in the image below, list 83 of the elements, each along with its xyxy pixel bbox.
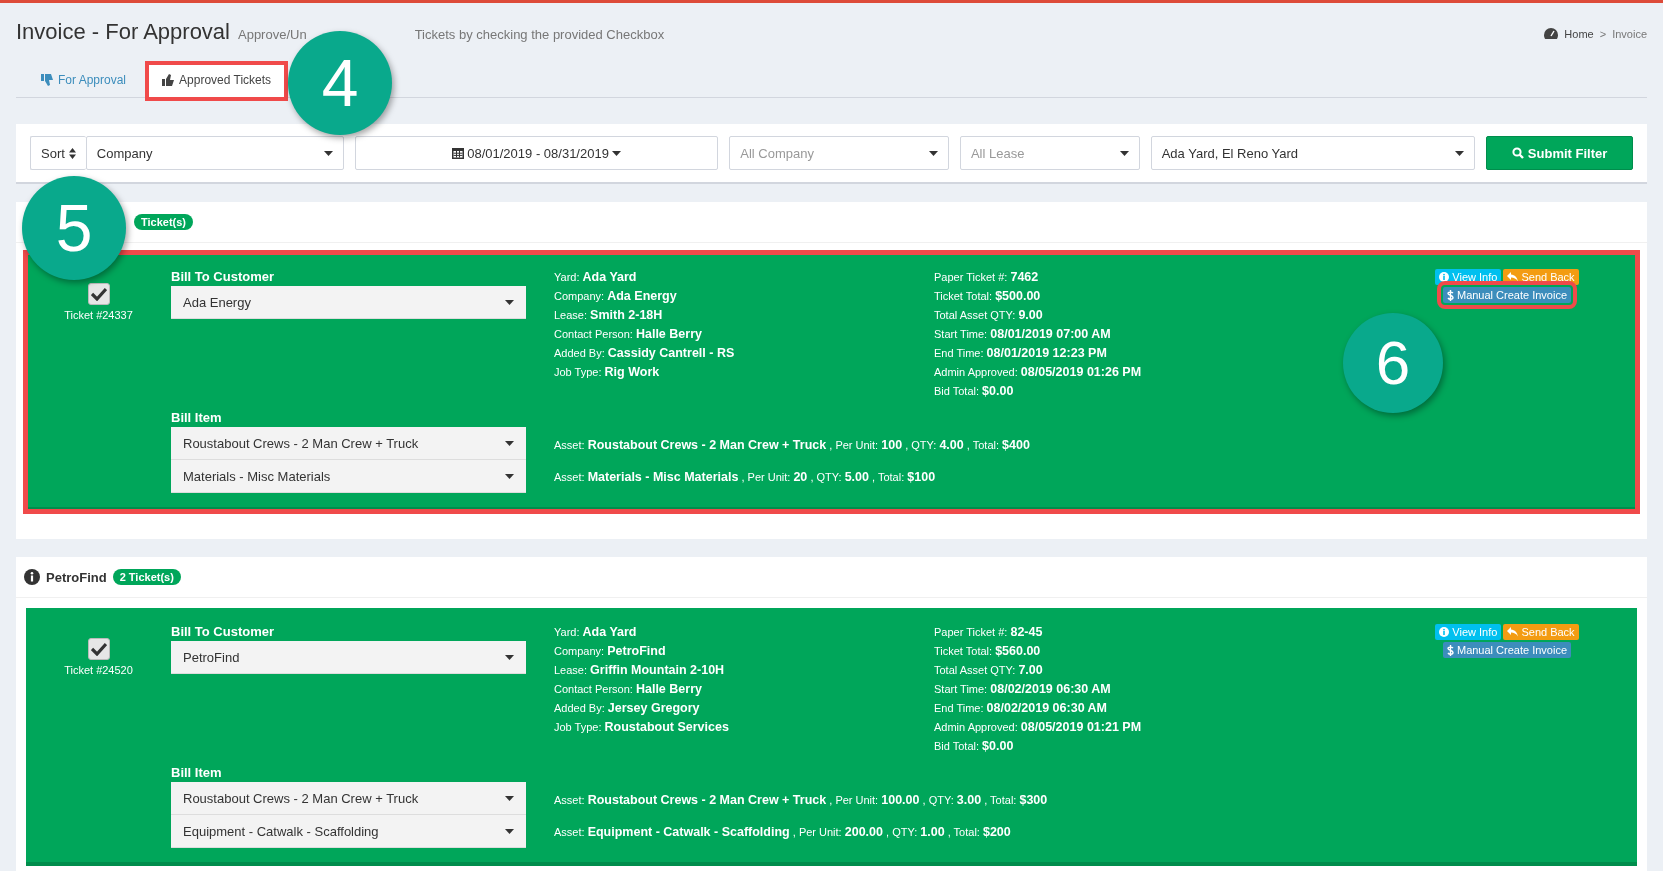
detail-line: Start Time: 08/01/2019 07:00 AM xyxy=(934,326,1112,343)
bill-item-select[interactable]: Roustabout Crews - 2 Man Crew + Truck xyxy=(171,782,526,815)
detail-line: Paper Ticket #: 7462 xyxy=(934,269,1040,286)
caret-icon xyxy=(928,150,938,156)
detail-line: Job Type: Roustabout Services xyxy=(554,719,730,736)
bill-item-select[interactable]: Equipment - Catwalk - Scaffolding xyxy=(171,815,526,848)
caret-icon xyxy=(505,795,514,801)
caret-icon xyxy=(505,473,514,479)
bill-item-select[interactable]: Roustabout Crews - 2 Man Crew + Truck xyxy=(171,427,526,460)
asset-line: Asset: Roustabout Crews - 2 Man Crew + Truck , Per Unit: 100 , QTY: 4.00 , Total: $400 xyxy=(554,438,1030,452)
caret-icon xyxy=(505,828,514,834)
detail-line: Lease: Smith 2-18H xyxy=(554,307,664,324)
ticket-number: Ticket #24337 xyxy=(64,309,133,321)
breadcrumb-current: Invoice xyxy=(1612,27,1647,40)
caret-icon xyxy=(505,299,514,305)
detail-line: Admin Approved: 08/05/2019 01:26 PM xyxy=(934,364,1143,381)
detail-line: Bid Total: $0.00 xyxy=(934,738,1015,755)
info-icon xyxy=(1439,272,1450,282)
dollar-icon xyxy=(1446,644,1454,656)
caret-icon xyxy=(323,150,333,156)
page-title: Invoice - For Approval xyxy=(16,19,230,45)
asset-line: Asset: Equipment - Catwalk - Scaffolding , Per Unit: 200.00 , QTY: 1.00 , Total: $200 xyxy=(554,825,1011,839)
search-icon xyxy=(1511,147,1524,159)
page-subtitle: Approve/Un xyxy=(238,27,307,42)
field-label: Bill Item xyxy=(171,410,223,425)
detail-line: Lease: Griffin Mountain 2-10H xyxy=(554,662,726,679)
detail-line: Yard: Ada Yard xyxy=(554,269,638,286)
sort-icon xyxy=(68,147,76,159)
thumbs-up-icon xyxy=(162,74,176,86)
caret-icon xyxy=(505,440,514,446)
checkbox[interactable] xyxy=(87,638,110,660)
caret-icon xyxy=(1455,150,1465,156)
detail-line: Admin Approved: 08/05/2019 01:21 PM xyxy=(934,719,1143,736)
company-name: PetroFind xyxy=(46,569,107,585)
detail-line: Added By: Cassidy Cantrell - RS xyxy=(554,345,736,362)
detail-line: Company: Ada Energy xyxy=(554,288,678,305)
detail-line: Job Type: Rig Work xyxy=(554,364,661,381)
detail-line: Contact Person: Halle Berry xyxy=(554,326,703,343)
detail-line: Start Time: 08/02/2019 06:30 AM xyxy=(934,681,1112,698)
asset-line: Asset: Roustabout Crews - 2 Man Crew + Truck , Per Unit: 100.00 , QTY: 3.00 , Total: $300 xyxy=(554,793,1048,807)
detail-line: End Time: 08/01/2019 12:23 PM xyxy=(934,345,1108,362)
detail-line: Company: PetroFind xyxy=(554,643,667,660)
caret-icon xyxy=(611,150,621,156)
detail-line: Total Asset QTY: 9.00 xyxy=(934,307,1044,324)
detail-line: Bid Total: $0.00 xyxy=(934,383,1015,400)
customer-select[interactable]: Ada Energy xyxy=(171,286,526,319)
caret-icon xyxy=(1119,150,1129,156)
breadcrumb-separator: > xyxy=(1599,27,1607,40)
create-invoice-button[interactable]: Manual Create Invoice xyxy=(1442,642,1572,658)
field-label: Bill To Customer xyxy=(171,624,276,639)
asset-line: Asset: Materials - Misc Materials , Per Unit: 20 , QTY: 5.00 , Total: $100 xyxy=(554,470,936,484)
caret-icon xyxy=(505,654,514,660)
date-range-picker[interactable]: 08/01/2019 - 08/31/2019 xyxy=(354,136,719,170)
reply-icon xyxy=(1507,627,1519,637)
field-label: Bill Item xyxy=(171,765,223,780)
info-icon xyxy=(1439,627,1450,637)
dollar-icon xyxy=(1446,289,1454,301)
reply-icon xyxy=(1507,272,1519,282)
detail-line: End Time: 08/02/2019 06:30 AM xyxy=(934,700,1109,717)
detail-line: Contact Person: Halle Berry xyxy=(554,681,703,698)
step-number-badge: 6 xyxy=(1342,313,1443,413)
page-subtitle: Tickets by checking the provided Checkbox xyxy=(414,27,665,42)
sort-select[interactable]: Company xyxy=(85,136,344,170)
detail-line: Yard: Ada Yard xyxy=(554,624,638,641)
detail-line: Total Asset QTY: 7.00 xyxy=(934,662,1044,679)
customer-select[interactable]: PetroFind xyxy=(171,641,526,674)
sort-button[interactable]: Sort xyxy=(30,136,86,170)
checkbox[interactable] xyxy=(87,283,110,305)
yard-select[interactable]: Ada Yard, El Reno Yard xyxy=(1150,136,1476,170)
detail-line: Ticket Total: $500.00 xyxy=(934,288,1042,305)
info-icon xyxy=(24,569,40,585)
ticket-count-badge: 2 Ticket(s) xyxy=(112,569,181,585)
field-label: Bill To Customer xyxy=(171,269,276,284)
dashboard-icon xyxy=(1544,28,1559,39)
bill-item-select[interactable]: Materials - Misc Materials xyxy=(171,460,526,493)
ticket-number: Ticket #24520 xyxy=(64,664,133,676)
thumbs-down-icon xyxy=(41,74,54,86)
detail-line: Ticket Total: $560.00 xyxy=(934,643,1042,660)
detail-line: Paper Ticket #: 82-45 xyxy=(934,624,1044,641)
breadcrumb-link[interactable]: Home xyxy=(1564,27,1594,40)
calendar-icon xyxy=(452,147,465,159)
ticket-count-badge: Ticket(s) xyxy=(134,214,194,230)
detail-line: Added By: Jersey Gregory xyxy=(554,700,701,717)
